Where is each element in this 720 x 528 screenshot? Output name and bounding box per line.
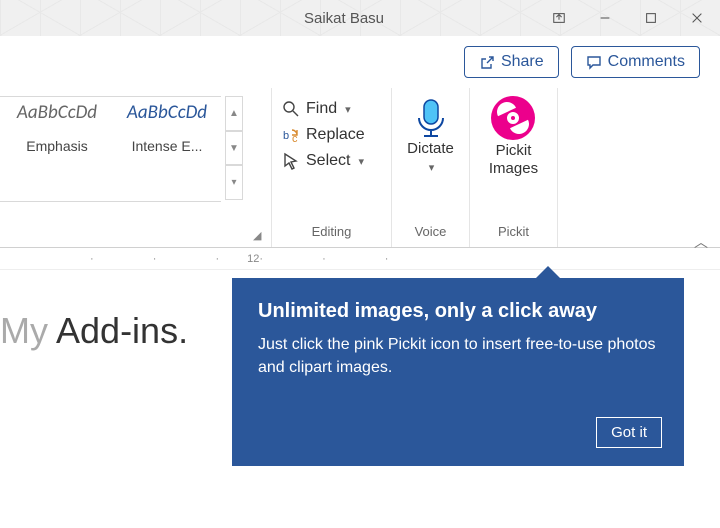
share-bar: Share Comments: [0, 36, 720, 88]
doc-prefix: My: [0, 310, 56, 351]
style-preview: AaBbCcDd: [9, 101, 105, 124]
doc-main: Add-ins.: [56, 310, 188, 351]
chevron-down-icon: ▾: [345, 103, 351, 116]
box-arrow-icon: [552, 11, 566, 25]
svg-text:b: b: [283, 130, 289, 142]
account-name: Saikat Basu: [304, 10, 384, 27]
minimize-icon: [598, 11, 612, 25]
ribbon-display-options-button[interactable]: [536, 0, 582, 36]
close-button[interactable]: [674, 0, 720, 36]
find-label: Find: [306, 100, 337, 118]
styles-scroll-up[interactable]: ▲: [226, 96, 243, 131]
pickit-label: PickitImages: [489, 142, 538, 178]
voice-group-label: Voice: [415, 224, 447, 243]
style-name: Intense E...: [119, 138, 215, 154]
comment-icon: [586, 54, 602, 70]
ruler[interactable]: · · · 12 · · ·: [0, 248, 720, 270]
svg-text:c: c: [292, 133, 298, 144]
microphone-icon: [410, 96, 452, 138]
title-bar: Saikat Basu: [0, 0, 720, 36]
cursor-icon: [282, 152, 300, 170]
collapse-ribbon-button[interactable]: ︿: [694, 232, 708, 252]
select-button[interactable]: Select ▾: [282, 148, 381, 174]
styles-group: AaBbCcDd Emphasis AaBbCcDd Intense E... …: [0, 88, 272, 247]
select-label: Select: [306, 152, 350, 170]
editing-group: Find ▾ bc Replace Select ▾ Editing: [272, 88, 392, 247]
chevron-down-icon: ▾: [429, 162, 435, 174]
style-preview: AaBbCcDd: [119, 101, 215, 124]
maximize-button[interactable]: [628, 0, 674, 36]
chevron-down-icon: ▾: [358, 155, 364, 168]
callout-title: Unlimited images, only a click away: [258, 300, 658, 323]
styles-scroll: ▲ ▼ ▾: [225, 96, 243, 200]
search-icon: [282, 100, 300, 118]
style-emphasis[interactable]: AaBbCcDd Emphasis: [9, 101, 105, 154]
styles-scroll-down[interactable]: ▼: [226, 131, 243, 166]
ribbon: AaBbCcDd Emphasis AaBbCcDd Intense E... …: [0, 88, 720, 248]
pickit-group: PickitImages Pickit: [470, 88, 558, 247]
pickit-group-label: Pickit: [498, 224, 529, 243]
dictate-label: Dictate▾: [407, 140, 454, 176]
dictate-button[interactable]: Dictate▾: [407, 96, 454, 176]
got-it-button[interactable]: Got it: [596, 417, 662, 448]
pickit-logo-icon: [491, 96, 535, 140]
style-intense-emphasis[interactable]: AaBbCcDd Intense E...: [119, 101, 215, 154]
voice-group: Dictate▾ Voice: [392, 88, 470, 247]
editing-group-label: Editing: [282, 224, 381, 243]
replace-button[interactable]: bc Replace: [282, 122, 381, 148]
style-name: Emphasis: [9, 138, 105, 154]
styles-dialog-launcher[interactable]: ◢: [253, 229, 267, 243]
maximize-icon: [644, 11, 658, 25]
minimize-button[interactable]: [582, 0, 628, 36]
ruler-mark: 12: [247, 253, 259, 265]
comments-label: Comments: [608, 53, 685, 71]
styles-gallery[interactable]: AaBbCcDd Emphasis AaBbCcDd Intense E...: [0, 96, 221, 202]
pickit-callout: Unlimited images, only a click away Just…: [232, 278, 684, 466]
find-button[interactable]: Find ▾: [282, 96, 381, 122]
share-icon: [479, 54, 495, 70]
replace-icon: bc: [282, 126, 300, 144]
pickit-images-button[interactable]: PickitImages: [489, 96, 538, 178]
comments-button[interactable]: Comments: [571, 46, 700, 78]
share-button[interactable]: Share: [464, 46, 559, 78]
callout-body: Just click the pink Pickit icon to inser…: [258, 333, 658, 379]
close-icon: [690, 11, 704, 25]
styles-expand[interactable]: ▾: [226, 165, 243, 200]
share-label: Share: [501, 53, 544, 71]
replace-label: Replace: [306, 126, 365, 144]
